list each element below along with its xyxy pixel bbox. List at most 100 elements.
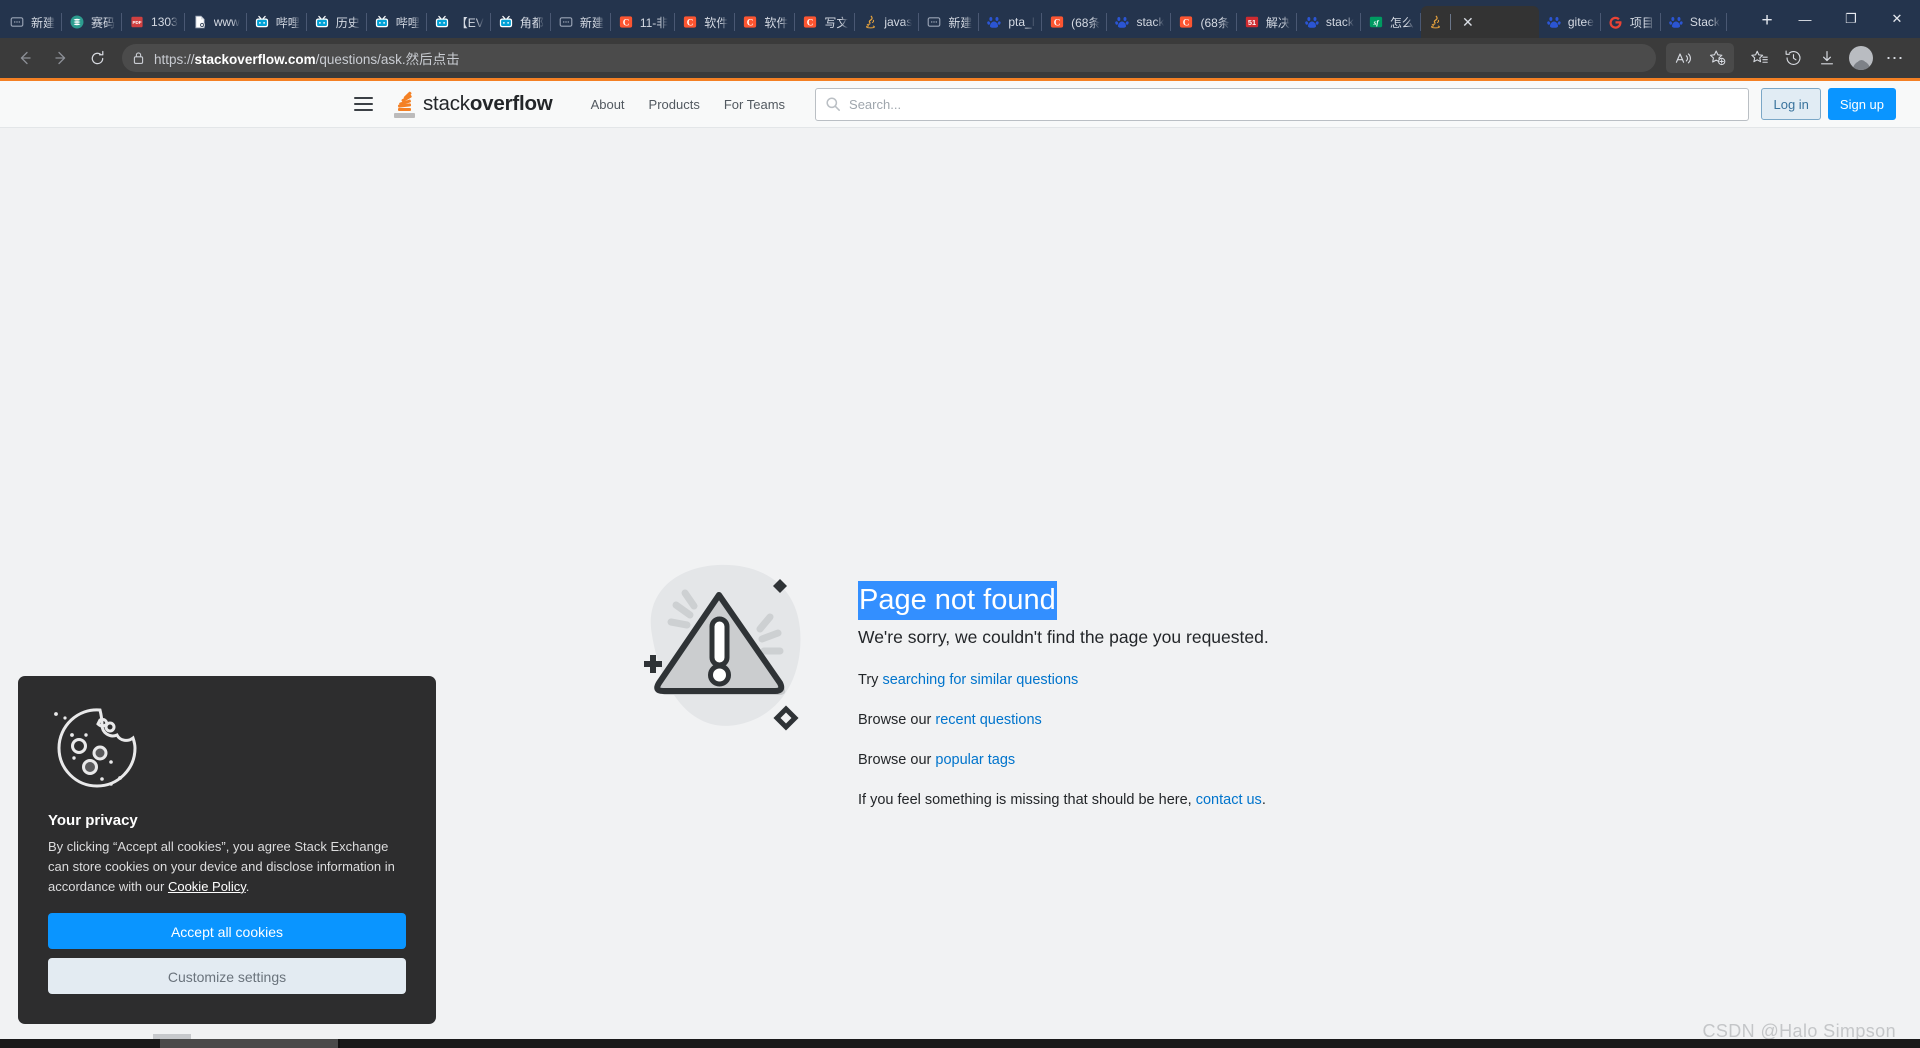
cookie-policy-link[interactable]: Cookie Policy [168,879,246,894]
browser-tab[interactable]: Stack [1661,6,1727,38]
maximize-button[interactable]: ❐ [1828,0,1874,38]
baidu-icon [1668,14,1684,30]
nav-link-about[interactable]: About [579,97,637,112]
window-controls: — ❐ ✕ [1782,0,1920,38]
tab-title: 新建 [948,15,973,30]
browser-tab[interactable]: C 软件 [735,6,796,38]
read-aloud-icon[interactable] [1666,43,1700,73]
browser-tab[interactable]: 新建 [919,6,980,38]
cookie-consent-banner: Your privacy By clicking “Accept all coo… [18,675,436,1024]
taskbar [0,1039,1920,1048]
browser-tab[interactable]: C (68条 [1171,6,1237,38]
minimize-button[interactable]: — [1782,0,1828,38]
customize-settings-button[interactable]: Customize settings [48,958,406,994]
browser-tab[interactable]: sf 怎么 [1361,6,1421,38]
browser-tab[interactable]: C 写文 [795,6,856,38]
not-found-line: Try searching for similar questions [858,672,1269,688]
tab-title: 解决 [1265,15,1290,30]
browser-toolbar: https://stackoverflow.com/questions/ask.… [0,38,1920,78]
back-icon[interactable] [8,43,42,73]
address-bar[interactable]: https://stackoverflow.com/questions/ask.… [122,44,1656,72]
new-tab-button[interactable]: + [1752,6,1782,36]
browser-tab-active[interactable]: ✕ [1420,6,1539,38]
page-content: Page not found We're sorry, we couldn't … [0,128,1920,1048]
browser-tab[interactable]: stack [1107,6,1172,38]
nav-link-for-teams[interactable]: For Teams [712,97,797,112]
not-found-link[interactable]: contact us [1196,792,1262,808]
forward-icon[interactable] [44,43,78,73]
settings-more-icon[interactable]: ⋯ [1878,43,1912,73]
browser-tab[interactable]: PDF 1303 [122,6,185,38]
close-window-button[interactable]: ✕ [1874,0,1920,38]
close-tab-icon[interactable]: ✕ [1459,13,1477,31]
bilibili-icon [374,14,390,30]
tab-title: 软件 [764,15,789,30]
browser-tab[interactable]: stack [1297,6,1361,38]
tab-title: 新建 [31,15,56,30]
tab-title: javas [884,15,913,29]
profile-avatar[interactable] [1844,43,1878,73]
browser-tab[interactable]: www [185,6,247,38]
browser-tab[interactable]: 51 解决 [1237,6,1297,38]
page-viewport: stackoverflow About Products For Teams S… [0,81,1920,1048]
browser-tab[interactable]: 角都 [491,6,551,38]
browser-tab[interactable]: javas [855,6,920,38]
add-favorite-icon[interactable] [1700,43,1734,73]
bilibili-icon [314,14,330,30]
51cto-icon: 51 [1244,14,1260,30]
nav-link-products[interactable]: Products [637,97,712,112]
generic-box-icon [9,14,25,30]
sign-up-button[interactable]: Sign up [1827,88,1896,120]
browser-tab[interactable]: 项目 [1601,6,1661,38]
not-found-line: If you feel something is missing that sh… [858,792,1269,808]
cookie-body: By clicking “Accept all cookies”, you ag… [48,837,406,897]
not-found-link[interactable]: searching for similar questions [882,672,1078,688]
stackoverflow-logo-icon [392,90,417,118]
tab-title-divider [1449,14,1451,30]
search-input[interactable]: Search... [815,87,1750,121]
downloads-icon[interactable] [1810,43,1844,73]
browser-tab[interactable]: C (68条 [1042,6,1108,38]
not-found-links: Try searching for similar questions Brows… [858,672,1269,808]
tab-strip: 新建 赛码 PDF 1303 www 哔哩 历史 哔哩 【EV 角都 新建 C 11-非 C 软件 C 软件 C 写… [0,0,1920,38]
browser-tab[interactable]: C 11-非 [611,6,676,38]
log-in-button[interactable]: Log in [1761,88,1821,120]
accept-all-cookies-button[interactable]: Accept all cookies [48,913,406,949]
browser-tab[interactable]: 历史 [307,6,367,38]
browser-window: 新建 赛码 PDF 1303 www 哔哩 历史 哔哩 【EV 角都 新建 C 11-非 C 软件 C 软件 C 写… [0,0,1920,1048]
taskbar-active-window[interactable] [160,1039,338,1048]
browser-tab[interactable]: 【EV [427,6,491,38]
saima-icon [69,14,85,30]
browser-tab[interactable]: gitee [1539,6,1601,38]
hamburger-menu-icon[interactable] [346,87,380,121]
browser-tab[interactable]: C 软件 [675,6,736,38]
stackoverflow-logo[interactable]: stackoverflow [392,90,553,118]
baidu-icon [1114,14,1130,30]
csdn-icon: C [618,14,634,30]
csdn-icon: C [682,14,698,30]
favorites-icon[interactable] [1742,43,1776,73]
browser-tab[interactable]: 赛码 [62,6,123,38]
reload-icon[interactable] [80,43,114,73]
pdf-icon: PDF [129,14,145,30]
csdn-icon: C [802,14,818,30]
taskbar-divider [338,1039,340,1048]
line-prefix: If you feel something is missing that sh… [858,792,1196,809]
browser-tab[interactable]: 新建 [2,6,63,38]
browser-tab[interactable]: 哔哩 [247,6,307,38]
tab-title: 哔哩 [395,15,420,30]
svg-text:C: C [1183,18,1190,28]
not-found-line: Browse our recent questions [858,712,1269,728]
page-subtitle: We're sorry, we couldn't find the page y… [858,627,1269,648]
lock-icon [132,51,145,65]
svg-text:C: C [1054,18,1061,28]
browser-tab[interactable]: 哔哩 [367,6,427,38]
line-prefix: Browse our [858,712,936,729]
browser-tab[interactable]: pta_I [979,6,1042,38]
history-icon[interactable] [1776,43,1810,73]
not-found-text: Page not found We're sorry, we couldn't … [858,553,1269,808]
not-found-link[interactable]: popular tags [935,752,1015,768]
bilibili-icon [498,14,514,30]
not-found-link[interactable]: recent questions [935,712,1041,728]
browser-tab[interactable]: 新建 [551,6,611,38]
